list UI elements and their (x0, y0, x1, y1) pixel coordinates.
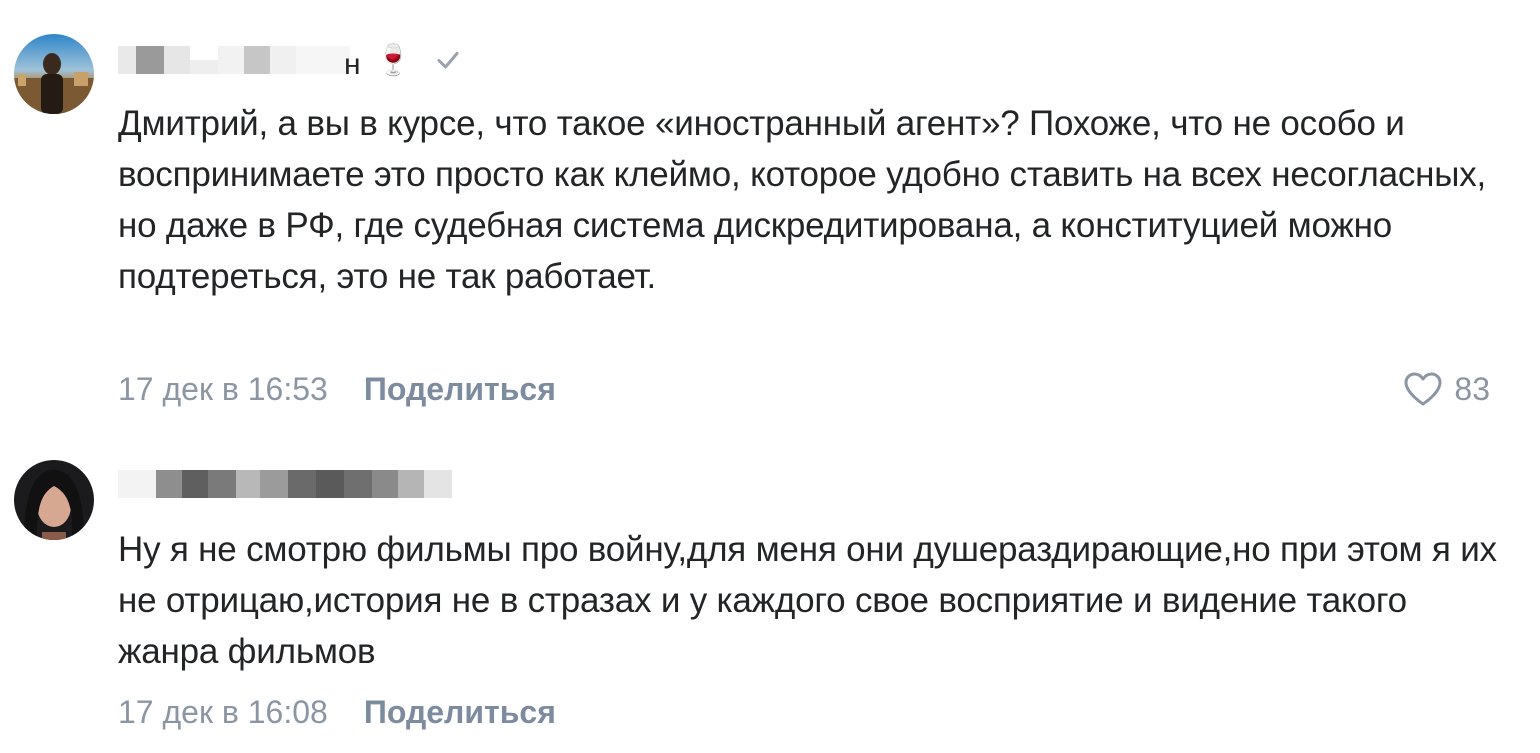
comments-feed: н 🍷 Дмитрий, а вы в курсе, что такое «ин… (0, 0, 1540, 753)
like-button[interactable]: 83 (1402, 364, 1490, 414)
avatar[interactable] (14, 34, 94, 114)
comment-text: Дмитрий, а вы в курсе, что такое «иностр… (118, 104, 1487, 296)
checkmark-icon (434, 46, 462, 74)
comment-date[interactable]: 17 дек в 16:53 (118, 371, 328, 408)
heart-outline-icon (1402, 370, 1454, 408)
avatar[interactable] (14, 460, 94, 540)
comment-date[interactable]: 17 дек в 16:08 (118, 694, 328, 731)
wine-glass-emoji: 🍷 (374, 43, 412, 77)
share-button[interactable]: Поделиться (364, 371, 556, 408)
comment-item: н 🍷 Дмитрий, а вы в курсе, что такое «ин… (0, 0, 1540, 430)
comment-author[interactable] (118, 464, 452, 504)
comment-text: Ну я не смотрю фильмы про войну,для меня… (118, 530, 1497, 671)
comment-meta: 17 дек в 16:08 Поделиться (118, 687, 556, 737)
like-count: 83 (1454, 370, 1490, 407)
author-name-blurred (118, 469, 452, 499)
comment-meta: 17 дек в 16:53 Поделиться (118, 364, 556, 414)
author-name-suffix: н (344, 48, 361, 81)
comment-author[interactable]: н 🍷 (118, 40, 462, 81)
comment-item: Ну я не смотрю фильмы про войну,для меня… (0, 440, 1540, 753)
share-button[interactable]: Поделиться (364, 694, 556, 731)
author-name-blurred (118, 45, 350, 75)
